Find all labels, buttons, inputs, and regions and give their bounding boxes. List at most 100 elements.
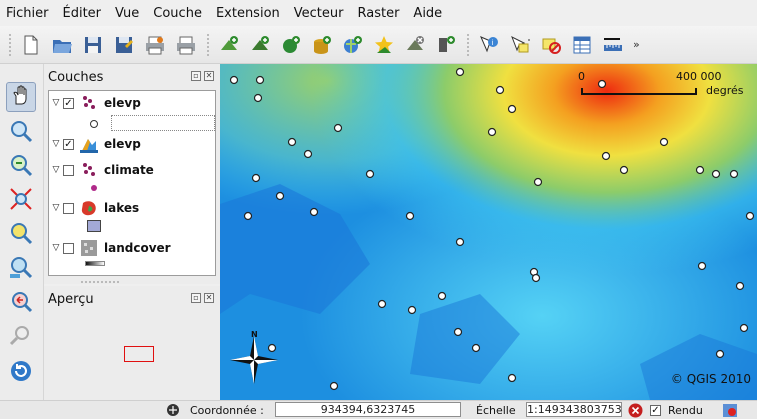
panel-splitter[interactable] [80, 280, 120, 284]
select-button[interactable] [507, 32, 533, 58]
overview-float-button[interactable]: ▫ [191, 293, 201, 303]
overview-extent-rectangle[interactable] [124, 346, 154, 362]
menu-fichier[interactable]: Fichier [6, 6, 49, 21]
scale-bar-left-label: 0 [578, 70, 585, 83]
ruler-icon [604, 37, 622, 51]
refresh-button[interactable] [6, 356, 36, 386]
menu-vecteur[interactable]: Vecteur [294, 6, 344, 21]
add-raster-layer-button[interactable] [247, 32, 273, 58]
print-composer-button[interactable] [142, 32, 168, 58]
table-icon [573, 36, 591, 53]
print-button[interactable] [173, 32, 199, 58]
scale-bar-unit-label: degrés [706, 84, 744, 97]
layer-row[interactable]: ▽ landcover [49, 239, 171, 257]
stop-render-icon[interactable] [628, 403, 643, 418]
qgis-window: Fichier Éditer Vue Couche Extension Vect… [0, 0, 757, 419]
expand-triangle-icon[interactable]: ▽ [49, 203, 63, 213]
scale-label: Échelle [476, 404, 516, 417]
grayscale-ramp-swatch [85, 261, 105, 266]
add-wms-layer-button[interactable] [340, 32, 366, 58]
zoom-full-tool-button[interactable] [6, 184, 36, 214]
layer-row[interactable]: ▽ climate [49, 161, 154, 179]
layer-visibility-checkbox[interactable] [63, 242, 74, 254]
add-vector-layer-button[interactable] [216, 32, 242, 58]
new-project-button[interactable] [18, 32, 44, 58]
polygon-symbol-swatch [87, 220, 101, 232]
zoom-out-tool-button[interactable] [6, 150, 36, 180]
expand-triangle-icon[interactable]: ▽ [49, 165, 63, 175]
zoom-next-button[interactable] [6, 320, 36, 350]
coordinate-toggle-icon[interactable] [166, 403, 180, 417]
add-wfs-layer-button[interactable] [433, 32, 459, 58]
remove-layer-button[interactable] [402, 32, 428, 58]
toolbar-overflow-button[interactable]: » [633, 38, 640, 51]
layer-name: climate [104, 163, 154, 177]
layers-float-button[interactable]: ▫ [191, 71, 201, 81]
zoom-last-button[interactable] [6, 286, 36, 316]
layer-rename-field[interactable] [111, 115, 215, 131]
refresh-icon [11, 361, 31, 381]
zoom-to-layer-button[interactable] [6, 252, 36, 282]
select-features-icon [511, 35, 530, 52]
attribute-table-button[interactable] [569, 32, 595, 58]
projection-status-icon[interactable] [722, 403, 738, 418]
render-checkbox[interactable]: ✓ [650, 405, 661, 416]
expand-triangle-icon[interactable]: ▽ [49, 139, 63, 149]
menu-extension[interactable]: Extension [216, 6, 280, 21]
map-navigation-toolbar [0, 64, 44, 400]
zoom-layer-icon [10, 257, 33, 279]
point-symbol-icon [90, 120, 98, 128]
layer-row[interactable]: ▽ lakes [49, 199, 139, 217]
toolbar-grip[interactable] [8, 32, 12, 57]
folder-open-icon [53, 39, 72, 53]
menu-couche[interactable]: Couche [153, 6, 202, 21]
elevation-raster [220, 64, 757, 400]
polygon-layer-icon [81, 201, 96, 216]
layers-close-button[interactable]: ✕ [204, 71, 214, 81]
map-canvas[interactable]: 0 400 000 degrés N © QGIS 2010 [220, 64, 757, 400]
add-raster-layer-icon [252, 35, 269, 50]
add-postgis-layer-button[interactable] [278, 32, 304, 58]
add-wfs-layer-icon [439, 35, 455, 52]
measure-button[interactable] [600, 32, 626, 58]
point-layer-icon [83, 96, 95, 109]
floppy-disk-icon [85, 36, 101, 53]
add-vector-layer-icon [221, 35, 238, 50]
layer-visibility-checkbox[interactable] [63, 202, 74, 214]
open-project-button[interactable] [49, 32, 75, 58]
add-spatialite-layer-button[interactable] [309, 32, 335, 58]
layer-name: lakes [104, 201, 140, 215]
identify-button[interactable]: i [476, 32, 502, 58]
coordinate-label: Coordonnée : [190, 404, 264, 417]
save-as-button[interactable] [111, 32, 137, 58]
menu-editer[interactable]: Éditer [63, 6, 102, 21]
layer-visibility-checkbox[interactable] [63, 164, 74, 176]
layer-name: landcover [104, 241, 171, 255]
menu-aide[interactable]: Aide [413, 6, 442, 21]
coordinate-field[interactable]: 934394,6323745 [275, 402, 461, 417]
pan-tool-button[interactable] [6, 82, 36, 112]
overview-close-button[interactable]: ✕ [204, 293, 214, 303]
layer-visibility-checkbox[interactable]: ✓ [63, 138, 74, 150]
add-postgis-layer-icon [283, 35, 300, 53]
deselect-icon [542, 38, 561, 54]
expand-triangle-icon[interactable]: ▽ [49, 243, 63, 253]
new-document-icon [24, 35, 38, 54]
add-spatialite-layer-icon [314, 35, 331, 54]
toolbar-grip-2[interactable] [206, 32, 210, 57]
zoom-in-tool-button[interactable] [6, 116, 36, 146]
menu-vue[interactable]: Vue [115, 6, 139, 21]
layer-visibility-checkbox[interactable]: ✓ [63, 97, 74, 109]
new-shapefile-button[interactable] [371, 32, 397, 58]
scale-field[interactable]: 1:149343803753 [526, 402, 622, 417]
toolbar-grip-3[interactable] [466, 32, 470, 57]
zoom-full-extent-icon [10, 188, 32, 210]
deselect-button[interactable] [538, 32, 564, 58]
zoom-to-selection-button[interactable] [6, 218, 36, 248]
save-project-button[interactable] [80, 32, 106, 58]
layer-row[interactable]: ▽ ✓ elevp [49, 94, 141, 112]
menu-raster[interactable]: Raster [357, 6, 399, 21]
remove-layer-icon [407, 35, 424, 50]
expand-triangle-icon[interactable]: ▽ [49, 98, 63, 108]
layer-row[interactable]: ▽ ✓ elevp [49, 135, 141, 153]
